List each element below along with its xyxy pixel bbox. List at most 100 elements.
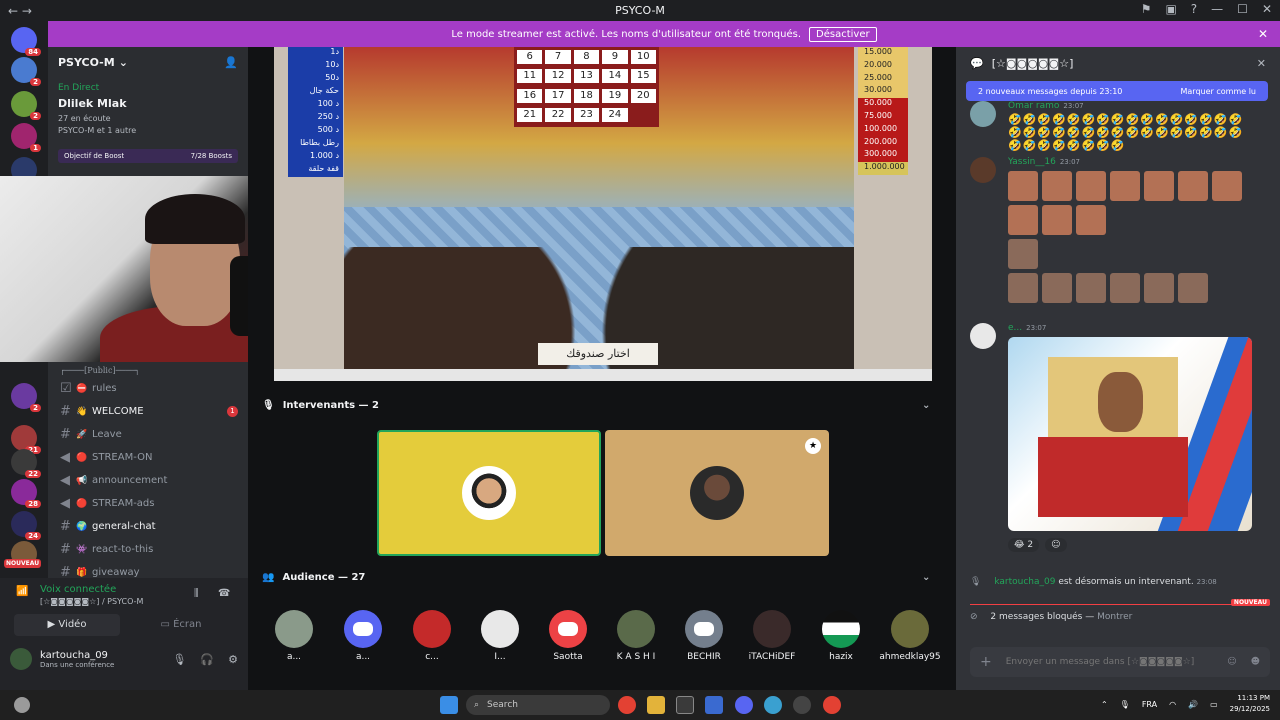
server-icon[interactable]: 24 bbox=[11, 511, 41, 540]
emote[interactable] bbox=[1110, 171, 1140, 201]
avatar[interactable] bbox=[10, 648, 32, 670]
volume-icon[interactable]: 🔊 bbox=[1188, 700, 1198, 709]
audience-member[interactable]: ahmedklay95 bbox=[878, 610, 942, 662]
emote[interactable] bbox=[1008, 273, 1038, 303]
channel-announcement[interactable]: ◀ 📢 announcement bbox=[48, 469, 248, 492]
server-icon[interactable]: 2 bbox=[11, 91, 41, 120]
app-icon[interactable] bbox=[793, 696, 811, 714]
message-author[interactable]: Omar ramo 23:07 bbox=[1008, 101, 1084, 111]
server-icon[interactable]: 21 bbox=[11, 425, 41, 454]
wifi-icon[interactable]: ◠ bbox=[1169, 700, 1176, 709]
emote[interactable] bbox=[1076, 273, 1106, 303]
add-attachment-icon[interactable]: + bbox=[980, 654, 992, 670]
avatar[interactable] bbox=[970, 101, 996, 127]
channel-general-chat[interactable]: # 🌍 general-chat bbox=[48, 515, 248, 538]
audience-member[interactable]: BECHIR bbox=[672, 610, 736, 662]
audience-member[interactable]: iTACHiDEF bbox=[740, 610, 804, 662]
widgets-icon[interactable] bbox=[14, 697, 30, 713]
chrome-icon[interactable] bbox=[618, 696, 636, 714]
sticker-icon[interactable]: ☺ bbox=[1227, 657, 1236, 667]
channel-react-to-this[interactable]: # 👾 react-to-this bbox=[48, 538, 248, 561]
emote[interactable] bbox=[1144, 273, 1174, 303]
category-label[interactable]: ┌────[Public]────┐ bbox=[48, 364, 248, 377]
server-icon[interactable]: 2 bbox=[11, 57, 41, 86]
mark-read-button[interactable]: Marquer comme lu bbox=[1181, 87, 1257, 96]
emote[interactable] bbox=[1008, 171, 1038, 201]
channel-stream-ads[interactable]: ◀ 🔴 STREAM-ads bbox=[48, 492, 248, 515]
maximize-button[interactable]: ☐ bbox=[1237, 2, 1248, 16]
server-icon[interactable]: 28 bbox=[11, 479, 41, 508]
chevron-down-icon[interactable]: ⌄ bbox=[922, 400, 930, 411]
screen-share-button[interactable]: ▭ Écran bbox=[128, 614, 234, 636]
emote[interactable] bbox=[1212, 171, 1242, 201]
mic-icon[interactable]: 🎙 bbox=[172, 653, 186, 666]
emote[interactable] bbox=[1042, 273, 1072, 303]
audience-member[interactable]: a... bbox=[331, 610, 395, 662]
channel-stream-on[interactable]: ◀ 🔴 STREAM-ON bbox=[48, 446, 248, 469]
screen-share-stream[interactable]: 1د 10د 50د حكة جال 100 د 250 د 500 د رطل… bbox=[274, 47, 932, 381]
mic-icon[interactable]: 🎙 bbox=[1120, 700, 1130, 709]
channel-rules[interactable]: ☑ ⛔ rules bbox=[48, 377, 248, 400]
channel-leave[interactable]: # 🚀 Leave bbox=[48, 423, 248, 446]
file-explorer-icon[interactable] bbox=[647, 696, 665, 714]
emote[interactable] bbox=[1110, 273, 1140, 303]
emote[interactable] bbox=[1042, 171, 1072, 201]
emote[interactable] bbox=[1076, 205, 1106, 235]
avatar[interactable] bbox=[970, 157, 996, 183]
emote[interactable] bbox=[1008, 205, 1038, 235]
add-reaction-button[interactable]: ☺ bbox=[1045, 538, 1067, 552]
add-member-icon[interactable]: 👤 bbox=[224, 56, 238, 69]
chrome-icon[interactable] bbox=[823, 696, 841, 714]
start-icon[interactable] bbox=[440, 696, 458, 714]
audience-member[interactable]: c... bbox=[400, 610, 464, 662]
window-icon[interactable]: ▣ bbox=[1165, 2, 1176, 16]
audience-member[interactable]: hazix bbox=[809, 610, 873, 662]
speakers-header[interactable]: 🎙 Intervenants — 2 ⌄ bbox=[262, 396, 956, 414]
audience-header[interactable]: 👥 Audience — 27 ⌄ bbox=[262, 568, 956, 586]
chevron-down-icon[interactable]: ⌄ bbox=[922, 572, 930, 583]
headphones-icon[interactable]: 🎧 bbox=[200, 653, 214, 666]
server-icon[interactable]: 2 bbox=[11, 383, 41, 412]
server-header[interactable]: PSYCO-M ⌄ 👤 bbox=[48, 47, 248, 77]
close-icon[interactable]: ✕ bbox=[1258, 27, 1268, 41]
app-icon[interactable] bbox=[705, 696, 723, 714]
emote[interactable] bbox=[1144, 171, 1174, 201]
emote[interactable] bbox=[1042, 205, 1072, 235]
minimize-button[interactable]: — bbox=[1211, 2, 1223, 16]
inbox-icon[interactable]: ⚑ bbox=[1141, 2, 1152, 16]
server-icon[interactable]: 1 bbox=[11, 123, 41, 152]
system-user[interactable]: kartoucha_09 bbox=[994, 577, 1055, 587]
browser-icon[interactable] bbox=[764, 696, 782, 714]
audience-member[interactable]: I... bbox=[468, 610, 532, 662]
message-author[interactable]: Yassin__16 23:07 bbox=[1008, 157, 1080, 167]
chevron-up-icon[interactable]: ⌃ bbox=[1101, 700, 1108, 709]
avatar[interactable] bbox=[970, 323, 996, 349]
channel-welcome[interactable]: # 👋 WELCOME 1 bbox=[48, 400, 248, 423]
emote[interactable] bbox=[1076, 171, 1106, 201]
new-messages-bar[interactable]: 2 nouveaux messages depuis 23:10 Marquer… bbox=[966, 81, 1268, 101]
language-indicator[interactable]: FRA bbox=[1142, 700, 1157, 709]
discord-icon[interactable] bbox=[735, 696, 753, 714]
video-button[interactable]: ▶ Vidéo bbox=[14, 614, 120, 636]
server-icon[interactable]: 22 bbox=[11, 449, 41, 478]
disconnect-icon[interactable]: ☎ bbox=[218, 588, 230, 599]
clock[interactable]: 11:13 PM 29/12/2025 bbox=[1230, 693, 1270, 715]
gif-attachment[interactable] bbox=[1008, 337, 1252, 531]
audience-member[interactable]: a... bbox=[262, 610, 326, 662]
noise-suppression-icon[interactable]: ⫼ bbox=[194, 588, 199, 599]
reaction-laugh[interactable]: 😂 2 bbox=[1008, 538, 1040, 552]
audience-member[interactable]: K A S H I bbox=[604, 610, 668, 662]
disable-streamer-button[interactable]: Désactiver bbox=[809, 26, 877, 42]
audience-member[interactable]: Saotta bbox=[536, 610, 600, 662]
close-icon[interactable]: ✕ bbox=[1257, 57, 1266, 70]
message-input[interactable] bbox=[1005, 657, 1214, 667]
home-button[interactable]: 84 bbox=[11, 27, 41, 56]
taskbar-search[interactable]: ⌕ Search bbox=[466, 695, 610, 715]
show-blocked-link[interactable]: Montrer bbox=[1097, 612, 1132, 622]
emote[interactable] bbox=[1178, 273, 1208, 303]
message-author[interactable]: e... 23:07 bbox=[1008, 323, 1046, 333]
voice-connection[interactable]: 📶 Voix connectée [☆◙◙◙◙◙☆] / PSYCO-M ⫼ ☎ bbox=[0, 578, 248, 606]
emote[interactable] bbox=[1178, 171, 1208, 201]
speaker-tile[interactable]: ★ bbox=[605, 430, 829, 556]
boost-goal[interactable]: Objectif de Boost 7/28 Boosts bbox=[58, 149, 238, 163]
